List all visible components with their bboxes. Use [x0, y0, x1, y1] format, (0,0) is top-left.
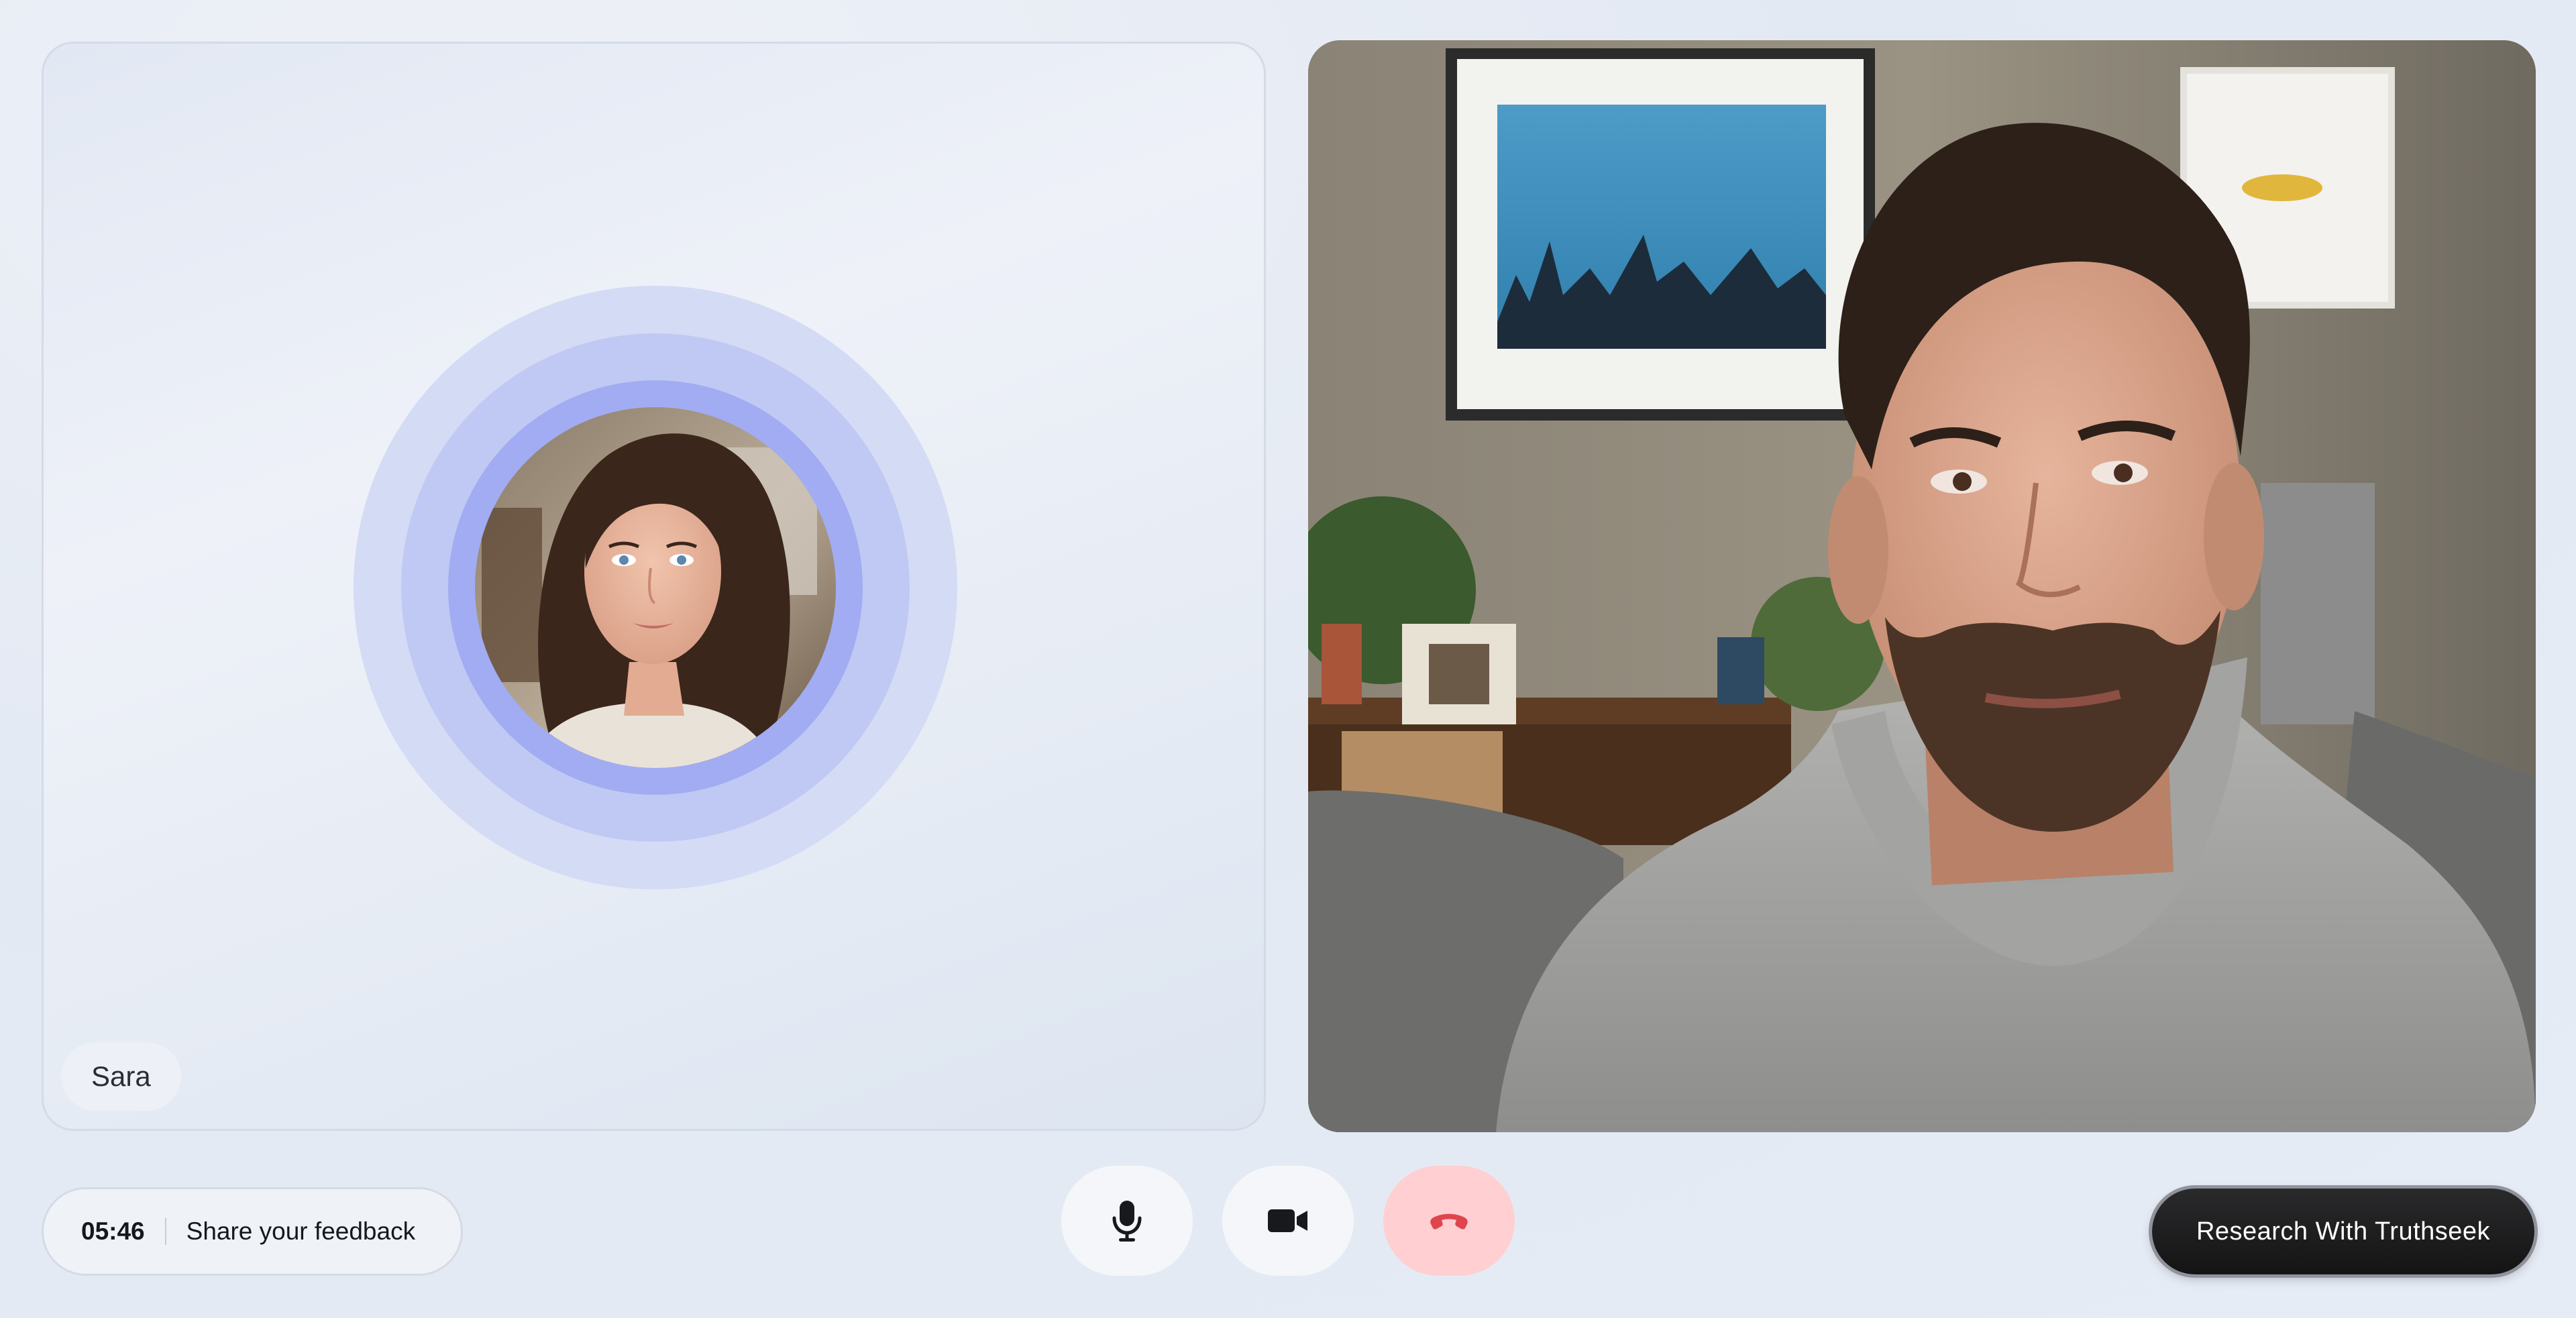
agent-tile: Sara [42, 42, 1266, 1131]
microphone-icon [1112, 1201, 1142, 1242]
agent-portrait [475, 407, 836, 768]
call-timer: 05:46 [81, 1217, 145, 1245]
user-video-feed [1308, 40, 2536, 1132]
mute-microphone-button[interactable] [1061, 1166, 1193, 1276]
divider [164, 1218, 166, 1245]
end-call-button[interactable] [1383, 1166, 1515, 1276]
phone-hangup-icon [1430, 1213, 1468, 1229]
call-info-pill: 05:46 Share your feedback [42, 1187, 463, 1276]
toggle-camera-button[interactable] [1222, 1166, 1354, 1276]
share-feedback-link[interactable]: Share your feedback [186, 1217, 415, 1246]
research-with-truthseek-button[interactable]: Research With Truthseek [2152, 1189, 2534, 1274]
agent-name-label: Sara [61, 1042, 181, 1111]
agent-avatar [475, 407, 836, 768]
video-call-screen: Sara 05:46 Share your feedback Research … [0, 0, 2576, 1318]
video-camera-icon [1268, 1209, 1307, 1232]
user-camera-image [1308, 40, 2536, 1132]
